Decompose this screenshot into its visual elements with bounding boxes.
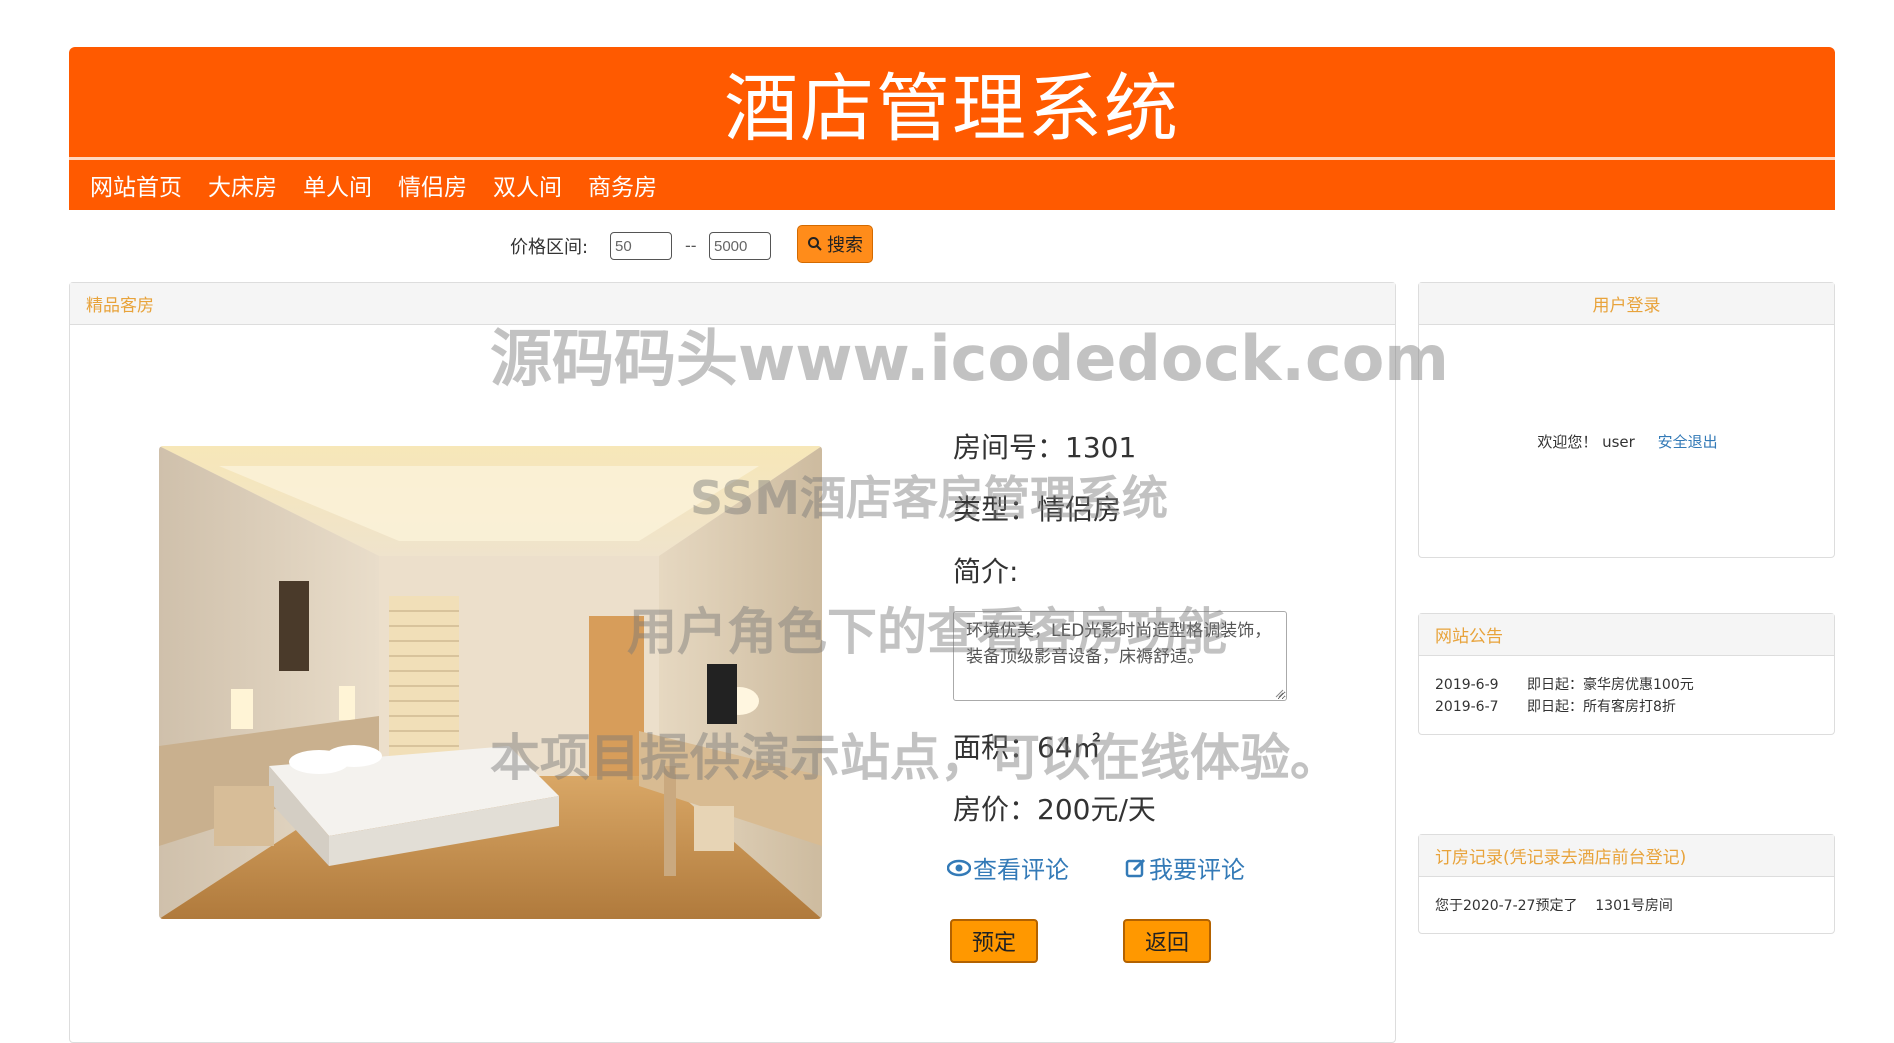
notice-text: 即日起：豪华房优惠100元 [1527, 677, 1694, 693]
room-area: 面积：64㎡ [953, 731, 1101, 764]
room-description-text: 环境优美，LED光影时尚造型格调装饰，装备顶级影音设备，床褥舒适。 [966, 621, 1272, 667]
welcome-text: 欢迎您！ user [1537, 433, 1635, 451]
notice-date: 2019-6-7 [1435, 699, 1499, 715]
nav-business-room[interactable]: 商务房 [575, 168, 670, 202]
price-separator: -- [685, 236, 697, 255]
notice-list: 2019-6-9 即日起：豪华房优惠100元 2019-6-7 即日起：所有客房… [1435, 674, 1694, 718]
login-panel-title: 用户登录 [1419, 283, 1834, 325]
room-type: 类型：情侣房 [953, 493, 1122, 526]
site-title: 酒店管理系统 [724, 65, 1180, 152]
site-header: 酒店管理系统 网站首页 大床房 单人间 情侣房 双人间 商务房 [69, 47, 1835, 210]
search-button[interactable]: 搜索 [797, 225, 873, 263]
notice-panel-title: 网站公告 [1419, 614, 1834, 656]
min-price-input[interactable] [610, 232, 672, 260]
notice-text: 即日起：所有客房打8折 [1527, 699, 1676, 715]
book-button[interactable]: 预定 [950, 919, 1038, 963]
room-description-textarea[interactable]: 环境优美，LED光影时尚造型格调装饰，装备顶级影音设备，床褥舒适。 [953, 611, 1287, 701]
main-nav: 网站首页 大床房 单人间 情侣房 双人间 商务房 [77, 160, 670, 210]
booking-record-panel: 订房记录(凭记录去酒店前台登记) 您于2020-7-27预定了 1301号房间 [1418, 834, 1835, 934]
search-button-label: 搜索 [827, 235, 863, 256]
view-comments-link[interactable]: 查看评论 [947, 850, 1069, 885]
room-panel-title: 精品客房 [70, 283, 1395, 325]
site-notice-panel: 网站公告 2019-6-9 即日起：豪华房优惠100元 2019-6-7 即日起… [1418, 613, 1835, 735]
write-comment-label: 我要评论 [1149, 856, 1245, 884]
max-price-input[interactable] [709, 232, 771, 260]
edit-icon [1125, 858, 1146, 877]
room-price: 房价：200元/天 [953, 793, 1156, 826]
booking-record: 您于2020-7-27预定了 1301号房间 [1435, 898, 1673, 914]
nav-twin-room[interactable]: 双人间 [480, 168, 575, 202]
resize-grip-icon[interactable] [1274, 688, 1284, 698]
list-item[interactable]: 2019-6-7 即日起：所有客房打8折 [1435, 696, 1694, 718]
user-login-panel: 用户登录 欢迎您！ user 安全退出 [1418, 282, 1835, 558]
list-item[interactable]: 2019-6-9 即日起：豪华房优惠100元 [1435, 674, 1694, 696]
view-comments-label: 查看评论 [973, 856, 1069, 884]
room-detail-panel: 精品客房 房间号：1301 类型：情侣房 简介: 环境优美，LED光影时尚造型格… [69, 282, 1396, 1043]
notice-date: 2019-6-9 [1435, 677, 1499, 693]
logout-link[interactable]: 安全退出 [1658, 433, 1718, 451]
room-number: 房间号：1301 [953, 431, 1137, 464]
room-intro-label: 简介: [953, 555, 1019, 588]
nav-couple-room[interactable]: 情侣房 [385, 168, 480, 202]
nav-home[interactable]: 网站首页 [77, 168, 195, 202]
write-comment-link[interactable]: 我要评论 [1125, 850, 1245, 885]
booking-panel-title: 订房记录(凭记录去酒店前台登记) [1419, 835, 1834, 877]
eye-icon [947, 859, 971, 876]
nav-king-room[interactable]: 大床房 [195, 168, 290, 202]
search-icon [808, 237, 822, 251]
room-photo [159, 446, 822, 919]
nav-single-room[interactable]: 单人间 [290, 168, 385, 202]
welcome-row: 欢迎您！ user 安全退出 [1419, 431, 1836, 452]
price-range-label: 价格区间: [510, 237, 589, 258]
back-button[interactable]: 返回 [1123, 919, 1211, 963]
